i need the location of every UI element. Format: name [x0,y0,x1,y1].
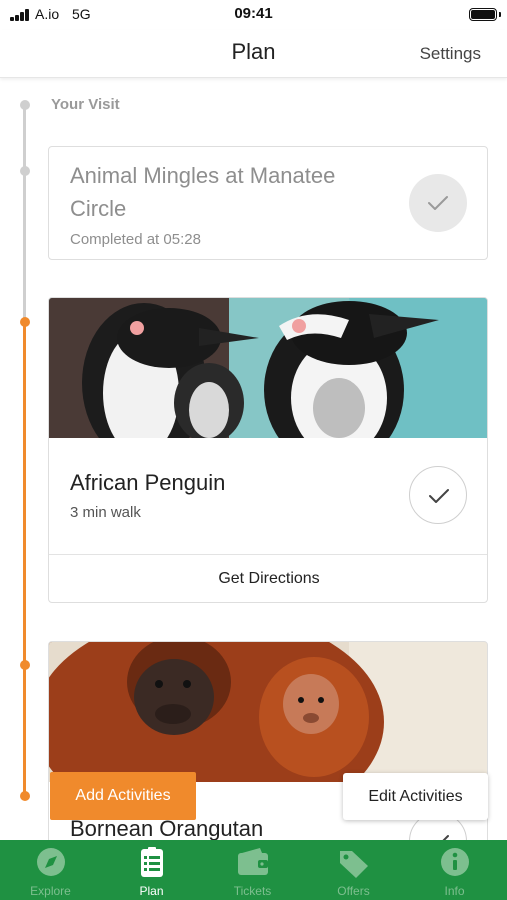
african-penguin-photo [49,298,487,438]
tab-label: Tickets [233,884,272,898]
timeline-upcoming-line [23,322,26,796]
activity-name: Animal Mingles at Manatee Circle [70,163,336,221]
walk-time: 3 min walk [70,504,141,521]
tab-label: Offers [337,884,370,898]
wallet-icon [238,848,268,875]
status-bar: A.io 5G 09:41 [0,0,507,30]
bornean-orangutan-photo [49,642,487,782]
tab-label: Info [444,884,465,898]
timeline-completed-line [23,104,26,322]
tab-offers[interactable]: Offers [303,840,404,900]
complete-toggle[interactable] [409,466,467,524]
battery-icon [469,8,501,21]
edit-activities-button[interactable]: Edit Activities [343,773,488,820]
complete-toggle[interactable] [409,174,467,232]
tab-explore[interactable]: Explore [0,840,101,900]
tab-info[interactable]: Info [404,840,505,900]
activity-status: Completed at 05:28 [70,231,201,248]
status-time: 09:41 [234,5,273,22]
tab-label: Explore [30,884,71,898]
tab-label: Plan [139,884,164,898]
activity-card-completed[interactable]: Animal Mingles at Manatee Circle Complet… [48,146,488,260]
section-label: Your Visit [51,96,120,113]
tab-bar: Explore Plan Tickets Offers Info [0,840,507,900]
checkmark-icon [428,196,448,210]
timeline-dot [19,317,30,327]
tab-plan[interactable]: Plan [101,840,202,900]
timeline-dot [19,166,30,176]
settings-button[interactable]: Settings [420,44,481,64]
compass-icon [37,848,65,876]
add-activities-button[interactable]: Add Activities [50,772,196,820]
info-icon [441,848,469,876]
get-directions-button[interactable]: Get Directions [49,555,487,602]
timeline-dot [19,791,30,801]
timeline-dot [19,660,30,670]
checkmark-icon [429,489,449,503]
activity-card[interactable]: African Penguin 3 min walk Get Direction… [48,297,488,603]
nav-header: Plan Settings [0,30,507,78]
tag-icon [340,851,368,878]
activity-name: African Penguin [70,470,226,495]
checklist-icon [141,847,163,877]
timeline-dot [19,100,30,110]
tab-tickets[interactable]: Tickets [202,840,303,900]
